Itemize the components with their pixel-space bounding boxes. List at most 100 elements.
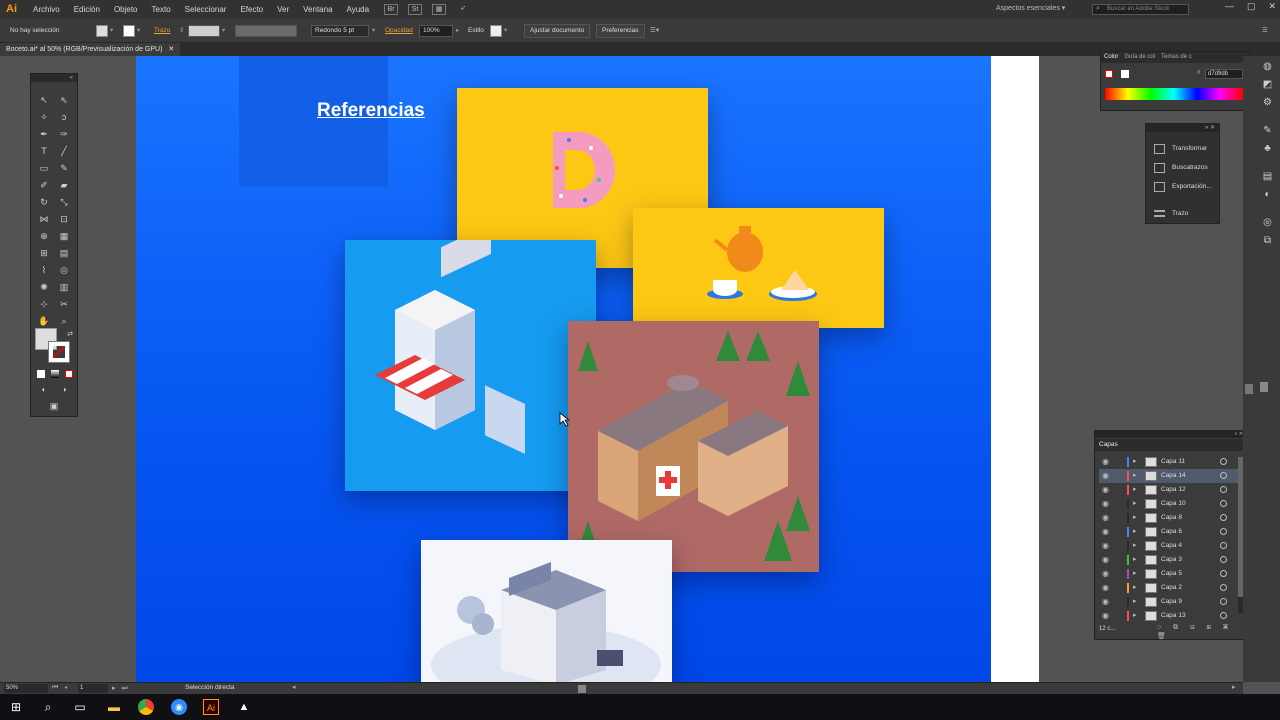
layer-name[interactable]: Capa 4 [1161,539,1182,553]
menu-texto[interactable]: Texto [145,0,178,19]
target-ring-icon[interactable] [1220,500,1227,507]
search-input[interactable]: Buscar en Adobe Stock [1092,4,1189,15]
scrollbar-thumb[interactable] [1245,384,1253,394]
target-ring-icon[interactable] [1220,584,1227,591]
visibility-eye-icon[interactable]: ◉ [1102,581,1109,595]
layer-row[interactable]: ◉ ▸ Capa 9 [1099,595,1239,609]
menu-efecto[interactable]: Efecto [233,0,270,19]
menu-ayuda[interactable]: Ayuda [340,0,377,19]
menu-archivo[interactable]: Archivo [26,0,67,19]
panel-stroke[interactable]: Trazo [1152,207,1218,221]
layer-row[interactable]: ◉ ▸ Capa 10 [1099,497,1239,511]
chevron-right-icon[interactable]: ▸ [456,25,459,37]
perspective-grid-tool-icon[interactable]: ▦ [57,230,71,243]
expand-arrow-icon[interactable]: ▸ [1133,609,1137,623]
app-icon[interactable]: ◉ [171,699,187,715]
layer-name[interactable]: Capa 5 [1161,567,1182,581]
pen-tool-icon[interactable]: ✒ [37,128,51,141]
collapse-icon[interactable]: « [31,74,77,82]
artboard-tool-icon[interactable]: ⊹ [37,298,51,311]
image-police-station[interactable] [421,540,672,682]
expand-arrow-icon[interactable]: ▸ [1133,455,1137,469]
layer-name[interactable]: Capa 14 [1161,469,1186,483]
expand-arrow-icon[interactable]: ▸ [1133,511,1137,525]
layer-name[interactable]: Capa 8 [1161,511,1182,525]
expand-arrow-icon[interactable]: ▸ [1133,497,1137,511]
scroll-right-icon[interactable]: ▸ [1232,683,1236,691]
zoom-tool-icon[interactable]: ⌕ [57,315,71,328]
artboard-nav-icons[interactable]: ⏮◂ [52,684,73,692]
style-swatch[interactable] [490,25,502,37]
brush-field[interactable]: Redondo 5 pt [311,25,369,37]
layer-row[interactable]: ◉ ▸ Capa 13 [1099,609,1239,623]
stock-icon[interactable]: St [408,4,423,15]
gradient-tool-icon[interactable]: ▤ [57,247,71,260]
target-ring-icon[interactable] [1220,514,1227,521]
gradient-mode-icon[interactable] [51,370,59,378]
close-icon[interactable]: ✕ [1269,1,1277,12]
screen-mode-icon[interactable]: ▣ [47,400,61,413]
target-ring-icon[interactable] [1220,458,1227,465]
panel-export[interactable]: Exportación... [1152,180,1218,194]
layer-row[interactable]: ◉ ▸ Capa 6 [1099,525,1239,539]
layer-row[interactable]: ◉ ▸ Capa 11 [1099,455,1239,469]
symbols-icon[interactable]: ♣ [1261,142,1274,155]
shaper-tool-icon[interactable]: ✐ [37,179,51,192]
panel-transform[interactable]: Transformar [1152,142,1218,156]
menu-objeto[interactable]: Objeto [107,0,145,19]
tab-color-themes[interactable]: Temas de c [1161,52,1192,63]
graph-tool-icon[interactable]: ▥ [57,281,71,294]
panel-pathfinder[interactable]: Buscatrazos [1152,161,1218,175]
stepper-icon[interactable]: ⇕ [179,25,184,37]
expand-arrow-icon[interactable]: ▸ [1133,567,1137,581]
document-setup-button[interactable]: Ajustar documento [524,24,591,38]
scroll-left-icon[interactable]: ◂ [292,683,296,691]
layer-name[interactable]: Capa 12 [1161,483,1186,497]
artboard-title[interactable]: Referencias [317,100,425,122]
workspace-switcher[interactable]: Aspectos esenciales ▾ [996,4,1065,12]
artboard[interactable]: Referencias [136,56,991,682]
target-ring-icon[interactable] [1220,472,1227,479]
target-ring-icon[interactable] [1220,612,1227,619]
image-shop-building[interactable] [345,240,596,491]
stroke-label[interactable]: Trazo [154,25,170,37]
expand-arrow-icon[interactable]: ▸ [1133,581,1137,595]
menu-ver[interactable]: Ver [270,0,296,19]
free-transform-tool-icon[interactable]: ⊡ [57,213,71,226]
document-tab[interactable]: Boceto.ai* al 50% (RGB/Previsualización … [0,43,181,56]
swap-colors-icon[interactable]: ⇄ [63,328,77,341]
line-tool-icon[interactable]: ╱ [57,145,71,158]
layer-row[interactable]: ◉ ▸ Capa 8 [1099,511,1239,525]
canvas-area[interactable]: Referencias [0,56,1243,682]
artboard-nav-next-icons[interactable]: ▸⏭ [112,684,134,693]
paintbrush-tool-icon[interactable]: ✎ [57,162,71,175]
menu-seleccionar[interactable]: Seleccionar [178,0,234,19]
visibility-eye-icon[interactable]: ◉ [1102,455,1109,469]
chevron-down-icon[interactable]: ▾ [222,25,225,37]
graphic-styles-icon[interactable]: ◩ [1261,78,1274,91]
brushes-icon[interactable]: ✎ [1261,124,1274,137]
shape-builder-tool-icon[interactable]: ⊕ [37,230,51,243]
chrome-icon[interactable] [138,699,154,715]
layer-name[interactable]: Capa 13 [1161,609,1186,623]
properties-icon[interactable]: ⚙ [1261,96,1274,109]
windows-start-icon[interactable]: ⊞ [8,699,24,715]
layer-row[interactable]: ◉ ▸ Capa 2 [1099,581,1239,595]
swatches-icon[interactable]: ▤ [1261,170,1274,183]
magic-wand-tool-icon[interactable]: ✧ [37,111,51,124]
target-ring-icon[interactable] [1220,542,1227,549]
hand-tool-icon[interactable]: ✋ [37,315,51,328]
eraser-tool-icon[interactable]: ▰ [57,179,71,192]
expand-arrow-icon[interactable]: ▸ [1133,539,1137,553]
close-tab-icon[interactable]: ✕ [168,46,174,53]
layer-row[interactable]: ◉ ▸ Capa 3 [1099,553,1239,567]
appearance-icon[interactable]: ◍ [1261,60,1274,73]
width-tool-icon[interactable]: ⋈ [37,213,51,226]
layer-row[interactable]: ◉ ▸ Capa 5 [1099,567,1239,581]
visibility-eye-icon[interactable]: ◉ [1102,525,1109,539]
eyedropper-tool-icon[interactable]: ⌇ [37,264,51,277]
rectangle-tool-icon[interactable]: ▭ [37,162,51,175]
layers-tab[interactable]: Capas [1095,439,1247,451]
layer-name[interactable]: Capa 11 [1161,455,1185,469]
curvature-tool-icon[interactable]: ✑ [57,128,71,141]
